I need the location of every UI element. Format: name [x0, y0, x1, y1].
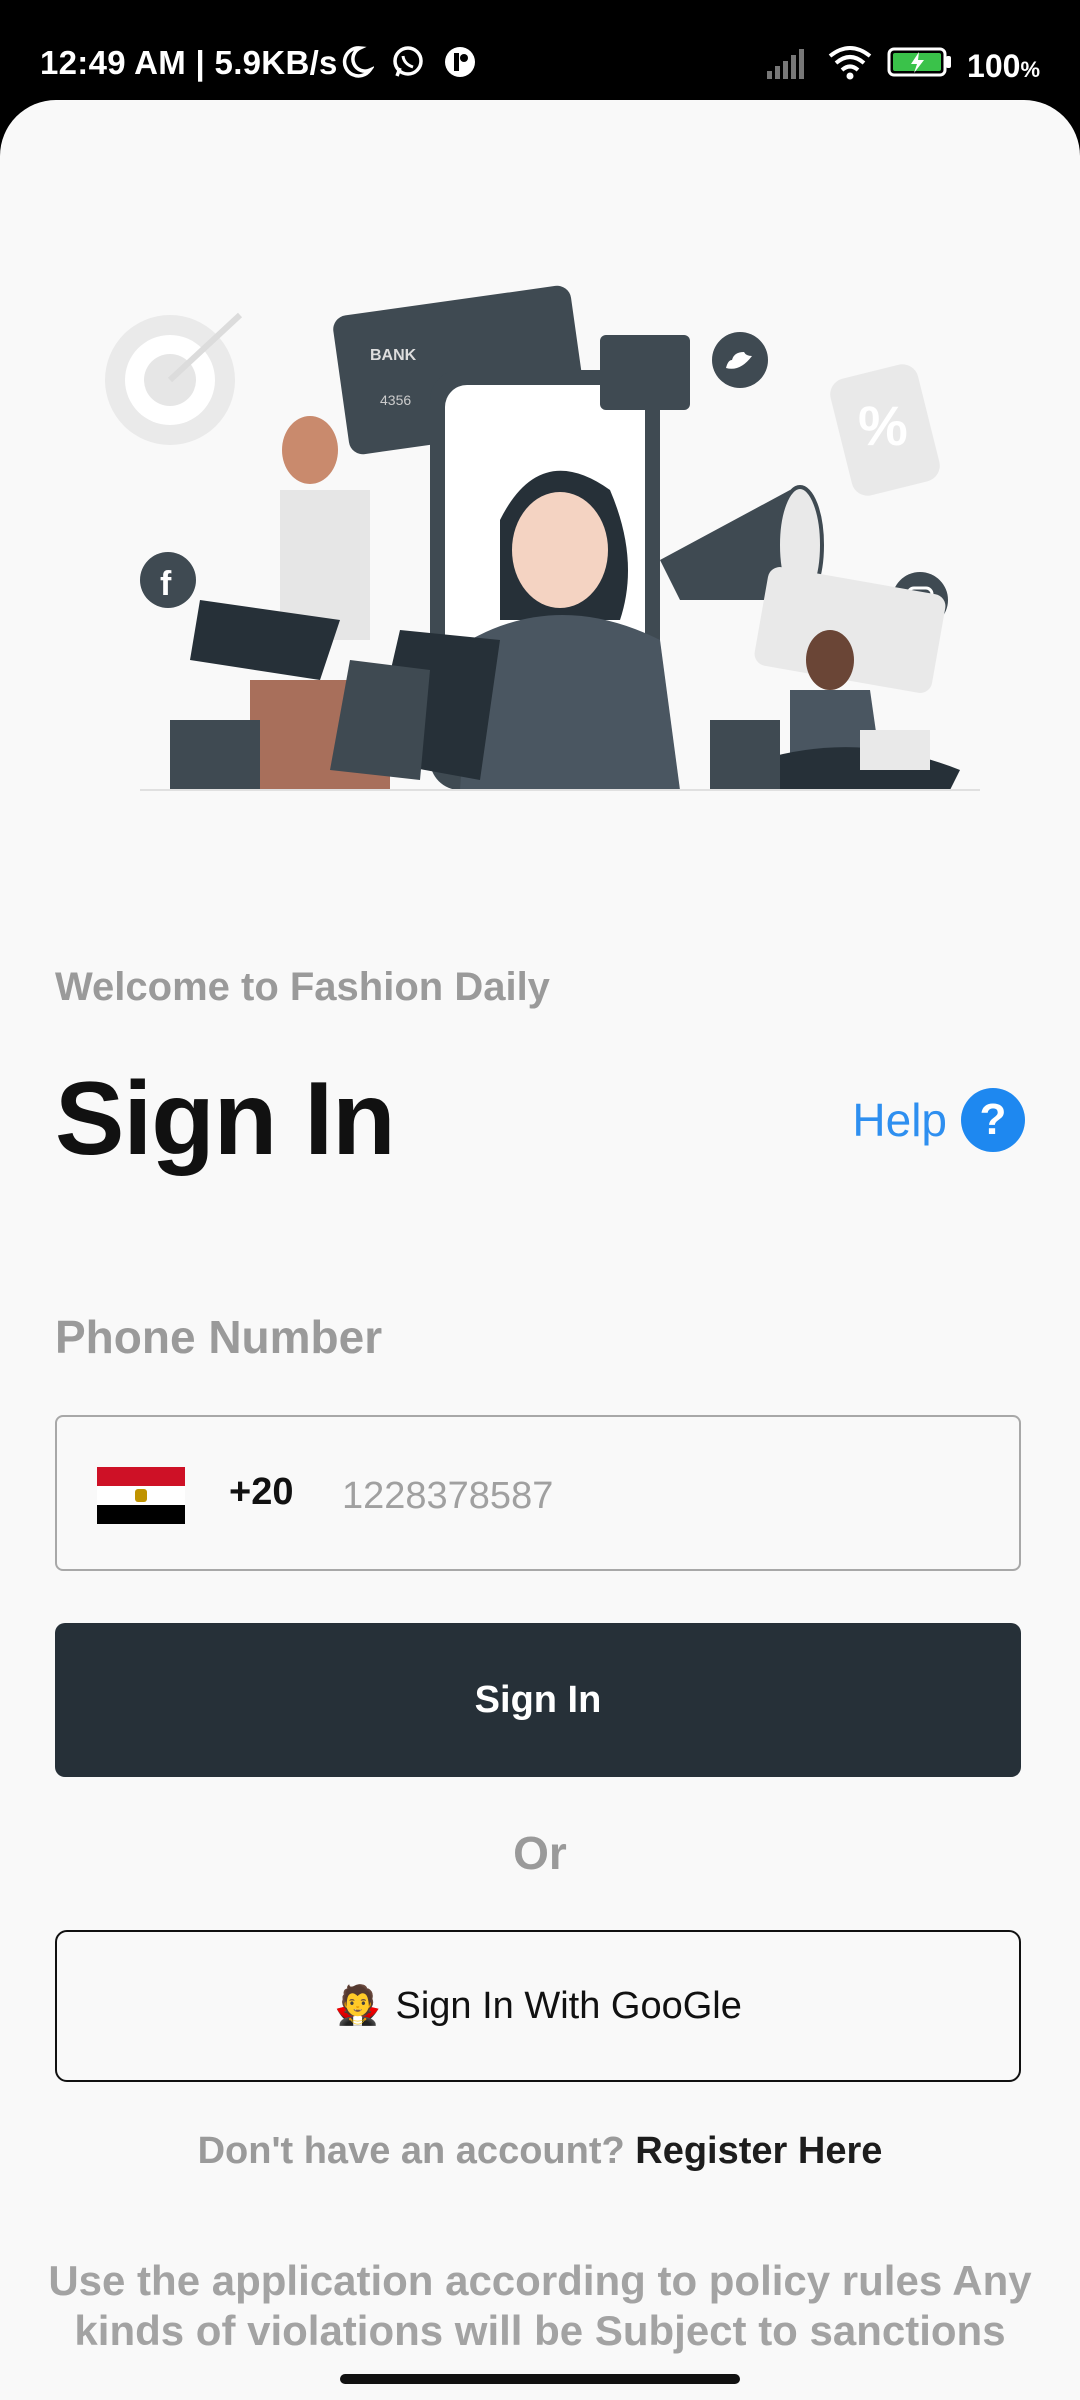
home-indicator[interactable] — [340, 2374, 740, 2384]
phone-number-label: Phone Number — [55, 1311, 383, 1363]
shopping-bags — [330, 630, 500, 780]
twitter-icon — [712, 332, 768, 388]
page-title: Sign In — [55, 1061, 396, 1177]
status-time-speed: 12:49 AM | 5.9KB/s — [40, 44, 338, 81]
or-divider: Or — [513, 1827, 567, 1879]
app-icon — [442, 44, 478, 85]
help-button[interactable]: Help ? — [852, 1088, 1025, 1152]
svg-text:4356: 4356 — [380, 392, 411, 408]
facebook-icon: f — [140, 552, 196, 608]
target-icon — [105, 312, 243, 445]
wifi-icon — [827, 44, 873, 88]
shopping-illustration: BANK 4356 1342 % f — [105, 285, 980, 791]
help-label: Help — [852, 1094, 947, 1146]
phone-number-field[interactable]: +20 — [55, 1415, 1021, 1571]
svg-text:f: f — [160, 565, 172, 603]
discount-tag: % — [830, 364, 940, 496]
signal-icon — [765, 45, 813, 87]
whatsapp-icon — [390, 44, 426, 85]
vampire-emoji-icon: 🧛 — [334, 1985, 382, 2027]
policy-text: Use the application according to policy … — [48, 2257, 1032, 2354]
moon-icon — [338, 44, 376, 85]
status-system-icons: 100% — [765, 44, 1040, 88]
battery-charging-icon — [887, 45, 953, 87]
google-sign-in-label: Sign In With GooGle — [395, 1984, 742, 2027]
welcome-text: Welcome to Fashion Daily — [55, 965, 550, 1009]
status-bar: 12:49 AM | 5.9KB/s 100% — [0, 0, 1080, 100]
sign-in-button[interactable]: Sign In — [55, 1623, 1021, 1777]
egypt-flag-icon[interactable] — [97, 1467, 185, 1524]
status-notification-icons — [338, 44, 478, 85]
register-link[interactable]: Register Here — [635, 2130, 882, 2172]
google-sign-in-button[interactable]: 🧛 Sign In With GooGle — [55, 1930, 1021, 2082]
help-icon: ? — [961, 1088, 1025, 1152]
country-code[interactable]: +20 — [229, 1471, 293, 1514]
register-question: Don't have an account? — [197, 2130, 625, 2172]
battery-level: 100% — [967, 47, 1040, 84]
register-prompt: Don't have an account? Register Here — [0, 2130, 1080, 2173]
phone-input[interactable] — [340, 1455, 984, 1537]
svg-text:%: % — [858, 394, 908, 457]
svg-text:BANK: BANK — [370, 347, 417, 364]
sign-in-screen: BANK 4356 1342 % f — [0, 100, 1080, 2400]
